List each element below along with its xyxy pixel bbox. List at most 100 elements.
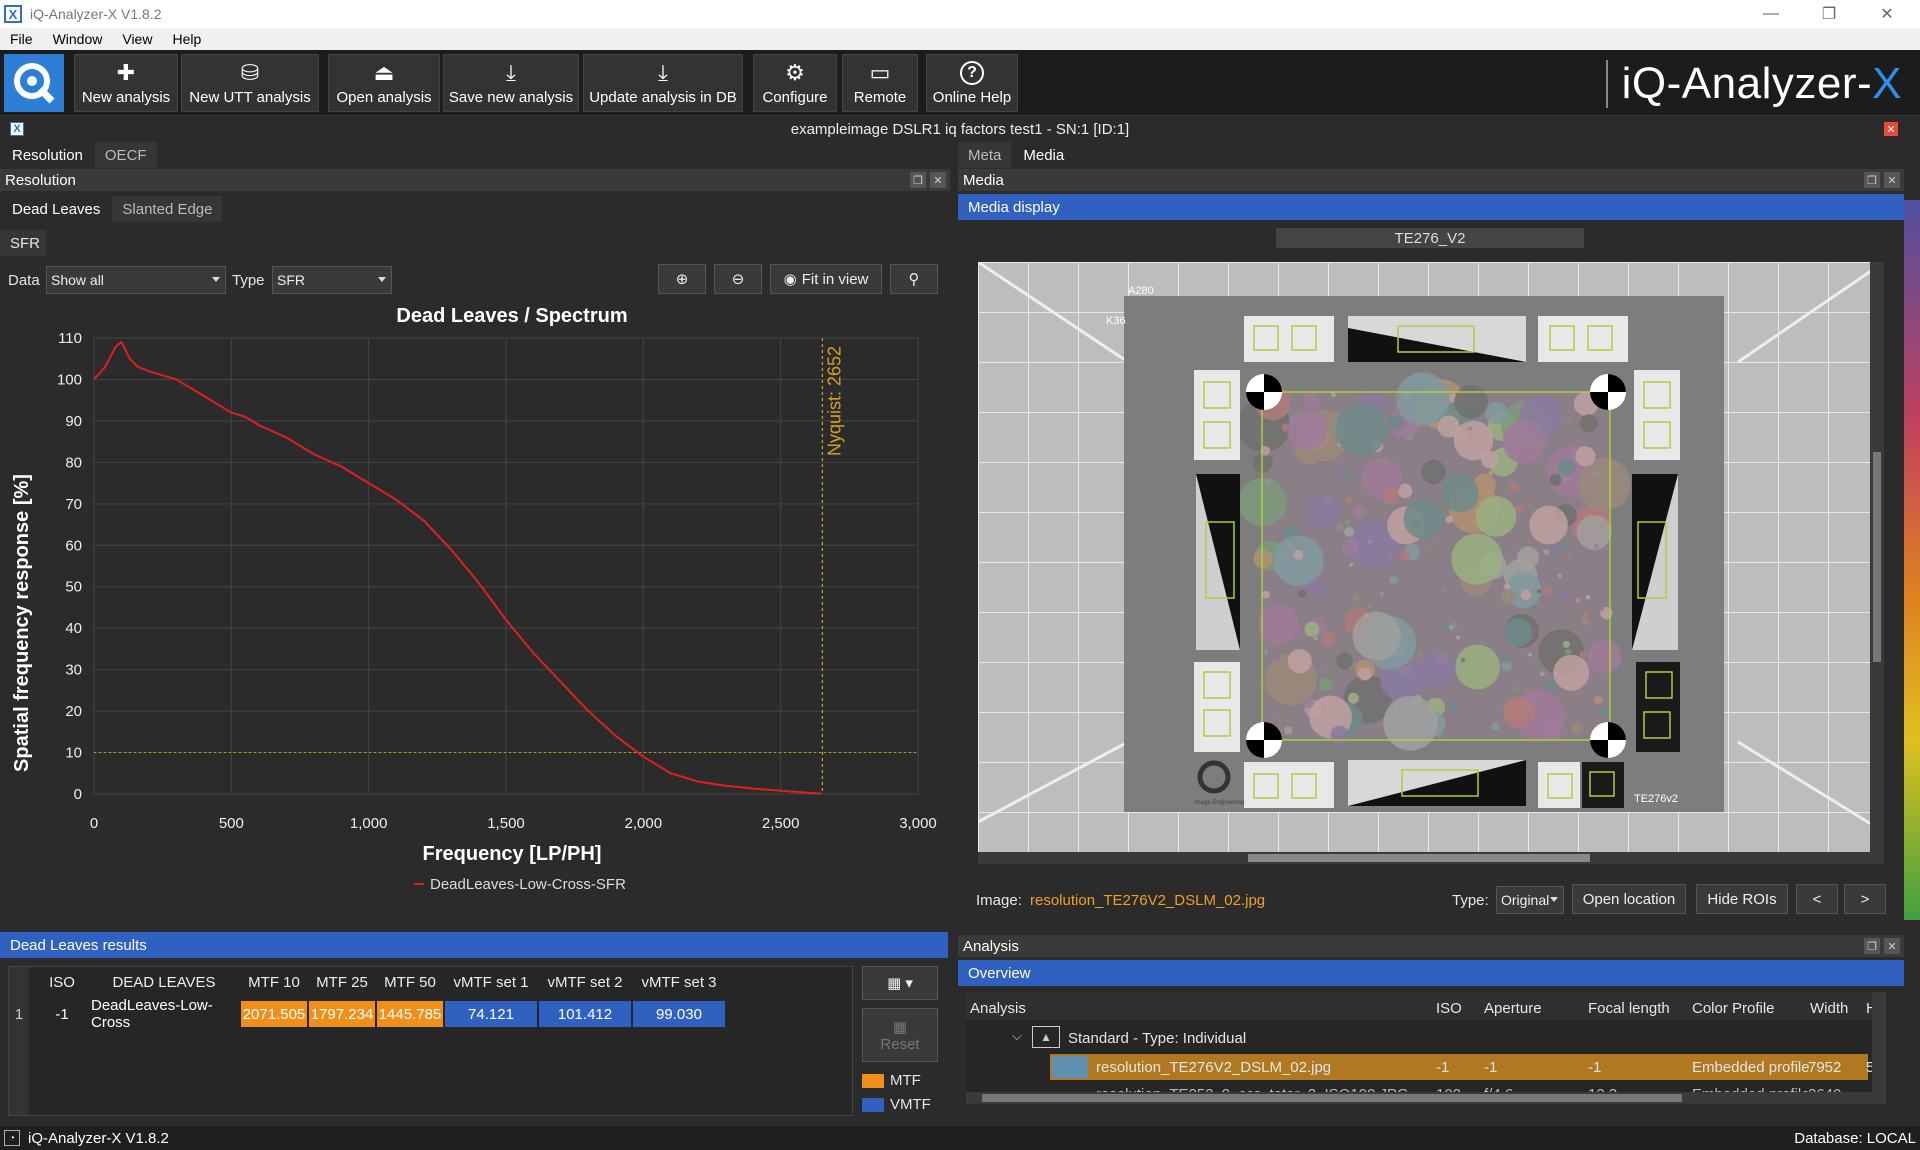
remote-button[interactable]: ▭ Remote bbox=[842, 54, 918, 112]
y-tick-label: 0 bbox=[74, 786, 82, 803]
chart-name-label: TE276_V2 bbox=[1276, 228, 1584, 248]
status-bar: ◔ iQ-Analyzer-X V1.8.2 Database: LOCAL bbox=[0, 1126, 1920, 1150]
menu-file[interactable]: File bbox=[0, 31, 43, 47]
y-tick-label: 10 bbox=[65, 745, 82, 762]
col-mtf25[interactable]: MTF 25 bbox=[309, 967, 375, 997]
brand-logo: iQ-Analyzer- X bbox=[1605, 56, 1902, 112]
tab-dead-leaves[interactable]: Dead Leaves bbox=[2, 196, 111, 222]
col-iso[interactable]: ISO bbox=[37, 967, 87, 997]
analysis-vertical-scrollbar[interactable] bbox=[1872, 992, 1886, 1104]
previous-image-button[interactable]: < bbox=[1796, 884, 1838, 914]
table-view-button[interactable]: ▦ ▾ bbox=[862, 966, 938, 1000]
resolution-subtabs: Dead Leaves Slanted Edge bbox=[2, 196, 224, 222]
update-analysis-db-button[interactable]: ⤓ Update analysis in DB bbox=[583, 54, 743, 112]
collapse-chevron-icon[interactable]: ⌵ bbox=[1012, 1028, 1022, 1044]
scroll-thumb[interactable] bbox=[982, 1094, 1682, 1102]
col-dead-leaves[interactable]: DEAD LEAVES bbox=[89, 967, 239, 997]
hide-rois-button[interactable]: Hide ROIs bbox=[1696, 884, 1788, 914]
menu-bar: File Window View Help bbox=[0, 28, 1920, 50]
tab-meta[interactable]: Meta bbox=[958, 142, 1012, 168]
close-window-button[interactable]: ✕ bbox=[1858, 0, 1916, 28]
cell-vmtf3[interactable]: 99.030 bbox=[633, 1001, 725, 1027]
new-analysis-button[interactable]: ✚ New analysis bbox=[74, 54, 178, 112]
menu-window[interactable]: Window bbox=[43, 31, 113, 47]
col-vmtf3[interactable]: vMTF set 3 bbox=[633, 967, 725, 997]
col-width[interactable]: Width bbox=[1810, 1000, 1848, 1017]
sfr-chart: Dead Leaves / Spectrum 0 10 20 30 40 50 60 70 80… bbox=[11, 305, 937, 893]
utt-icon: ⛁ bbox=[240, 59, 260, 85]
y-tick-label: 90 bbox=[65, 413, 82, 430]
minimize-button[interactable]: — bbox=[1742, 0, 1800, 28]
tools-button[interactable]: ⚲ bbox=[890, 264, 938, 294]
close-document-icon[interactable]: ✕ bbox=[1884, 122, 1898, 136]
chevron-down-icon bbox=[1550, 897, 1558, 902]
y-tick-label: 50 bbox=[65, 579, 82, 596]
col-vmtf1[interactable]: vMTF set 1 bbox=[445, 967, 537, 997]
x-doc-icon[interactable]: X bbox=[10, 122, 24, 136]
cell-vmtf1[interactable]: 74.121 bbox=[445, 1001, 537, 1027]
analysis-horizontal-scrollbar[interactable] bbox=[966, 1092, 1872, 1104]
close-panel-icon[interactable]: ✕ bbox=[1884, 938, 1900, 954]
data-select[interactable]: Show all bbox=[46, 266, 226, 294]
next-image-button[interactable]: > bbox=[1844, 884, 1886, 914]
type-select[interactable]: SFR bbox=[272, 266, 392, 294]
new-analysis-label: New analysis bbox=[81, 88, 171, 106]
col-vmtf2[interactable]: vMTF set 2 bbox=[539, 967, 631, 997]
image-group-icon: ▲ bbox=[1032, 1026, 1060, 1048]
app-logo-button[interactable] bbox=[4, 54, 64, 112]
menu-view[interactable]: View bbox=[112, 31, 162, 47]
tab-media[interactable]: Media bbox=[1013, 142, 1075, 168]
right-edge-color-bar bbox=[1904, 200, 1920, 920]
menu-help[interactable]: Help bbox=[162, 31, 211, 47]
float-icon[interactable]: ❐ bbox=[910, 172, 926, 188]
cell-vmtf2[interactable]: 101.412 bbox=[539, 1001, 631, 1027]
y-tick-label: 100 bbox=[57, 371, 82, 388]
tab-oecf[interactable]: OECF bbox=[94, 142, 157, 168]
close-panel-icon[interactable]: ✕ bbox=[1884, 172, 1900, 188]
col-color-profile[interactable]: Color Profile bbox=[1692, 1000, 1775, 1017]
col-mtf10[interactable]: MTF 10 bbox=[241, 967, 307, 997]
cell-mtf25[interactable]: 1797.234 bbox=[309, 1001, 375, 1027]
col-aperture[interactable]: Aperture bbox=[1484, 1000, 1542, 1017]
media-horizontal-scrollbar[interactable] bbox=[978, 852, 1884, 864]
cell-mtf50[interactable]: 1445.785 bbox=[377, 1001, 443, 1027]
scroll-thumb[interactable] bbox=[1248, 854, 1590, 862]
wrench-icon: ⚲ bbox=[908, 271, 920, 288]
col-mtf50[interactable]: MTF 50 bbox=[377, 967, 443, 997]
new-utt-analysis-button[interactable]: ⛁ New UTT analysis bbox=[181, 54, 319, 112]
media-type-select[interactable]: Original bbox=[1496, 886, 1564, 914]
float-icon[interactable]: ❐ bbox=[1864, 172, 1880, 188]
media-vertical-scrollbar[interactable] bbox=[1870, 262, 1884, 852]
x-tick-label: 0 bbox=[90, 815, 98, 832]
col-focal-length[interactable]: Focal length bbox=[1588, 1000, 1670, 1017]
online-help-button[interactable]: ? Online Help bbox=[926, 54, 1018, 112]
online-help-label: Online Help bbox=[932, 88, 1012, 106]
save-new-analysis-button[interactable]: ⤓ Save new analysis bbox=[443, 54, 579, 112]
media-type-label: Type: bbox=[1452, 892, 1489, 909]
zoom-in-button[interactable]: ⊕ bbox=[658, 264, 706, 294]
cell-dead-leaves[interactable]: DeadLeaves-Low-Cross bbox=[89, 997, 239, 1031]
tab-slanted-edge[interactable]: Slanted Edge bbox=[112, 196, 223, 222]
close-panel-icon[interactable]: ✕ bbox=[930, 172, 946, 188]
open-location-button[interactable]: Open location bbox=[1572, 884, 1686, 914]
plus-icon: ✚ bbox=[116, 59, 136, 85]
fit-in-view-button[interactable]: ◉ Fit in view bbox=[770, 264, 882, 294]
y-axis-label: Spatial frequency response [%] bbox=[11, 474, 33, 772]
tab-resolution[interactable]: Resolution bbox=[2, 142, 93, 168]
update-analysis-db-label: Update analysis in DB bbox=[589, 88, 737, 106]
gear-icon: ⚙ bbox=[785, 59, 805, 85]
zoom-out-button[interactable]: ⊖ bbox=[714, 264, 762, 294]
col-iso[interactable]: ISO bbox=[1436, 1000, 1462, 1017]
col-analysis[interactable]: Analysis bbox=[970, 1000, 1026, 1017]
scroll-thumb[interactable] bbox=[1873, 452, 1881, 662]
media-viewer[interactable]: A280 K36 TE276v2 Image Engineering bbox=[978, 262, 1884, 864]
restore-button[interactable]: ❐ bbox=[1800, 0, 1858, 28]
reset-button[interactable]: ▦ Reset bbox=[862, 1008, 938, 1062]
analysis-panel-buttons: ❐ ✕ bbox=[1864, 938, 1900, 954]
float-icon[interactable]: ❐ bbox=[1864, 938, 1880, 954]
configure-button[interactable]: ⚙ Configure bbox=[753, 54, 837, 112]
cell-iso[interactable]: -1 bbox=[37, 1001, 87, 1027]
open-analysis-button[interactable]: ⏏ Open analysis bbox=[328, 54, 440, 112]
media-panel-header: Media ❐ ✕ bbox=[958, 169, 1904, 191]
cell-mtf10[interactable]: 2071.505 bbox=[241, 1001, 307, 1027]
